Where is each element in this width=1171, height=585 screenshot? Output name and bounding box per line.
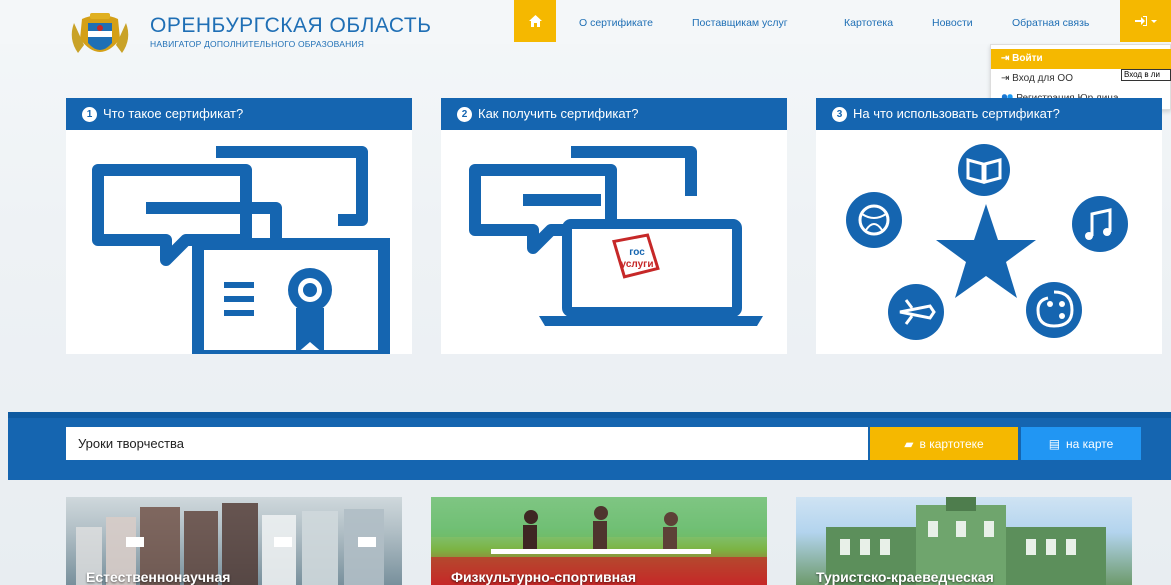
nav-catalog[interactable]: Картотека bbox=[844, 17, 893, 29]
nav-feedback[interactable]: Обратная связь bbox=[1012, 17, 1089, 29]
category-label: Туристско-краеведческая bbox=[816, 569, 994, 585]
nav-home-button[interactable] bbox=[514, 0, 556, 42]
card-title: На что использовать сертификат? bbox=[853, 106, 1060, 121]
search-catalog-button[interactable]: ▰ в картотеке bbox=[870, 427, 1018, 460]
coat-of-arms-logo[interactable] bbox=[64, 9, 136, 65]
step-number: 1 bbox=[82, 107, 97, 123]
catalog-button-label: в картотеке bbox=[919, 436, 984, 451]
sign-in-icon: ⇥ bbox=[1001, 53, 1013, 64]
login-menu-toggle[interactable] bbox=[1120, 0, 1171, 42]
category-label: Естественнонаучная bbox=[86, 569, 231, 585]
login-label: Войти bbox=[1012, 53, 1043, 64]
card-title: Что такое сертификат? bbox=[103, 106, 244, 121]
category-sports[interactable]: Физкультурно-спортивная bbox=[431, 497, 767, 585]
card-what-to-use-certificate[interactable]: 3 На что использовать сертификат? bbox=[816, 98, 1162, 354]
card-how-to-get-certificate[interactable]: 2 Как получить сертификат? гос услуги bbox=[441, 98, 787, 354]
home-icon bbox=[528, 15, 542, 27]
gosuslugi-laptop-illustration: гос услуги bbox=[469, 146, 763, 326]
star-icon bbox=[936, 204, 1036, 298]
card-header: 2 Как получить сертификат? bbox=[441, 98, 787, 130]
map-icon: ▤ bbox=[1048, 436, 1061, 451]
card-title: Как получить сертификат? bbox=[478, 106, 639, 121]
gosuslugi-logo-text-1: гос bbox=[629, 247, 645, 258]
nav-providers[interactable]: Поставщикам услуг bbox=[692, 17, 788, 29]
site-title[interactable]: ОРЕНБУРГСКАЯ ОБЛАСТЬ bbox=[150, 14, 432, 38]
login-oo-label: Вход для ОО bbox=[1012, 73, 1073, 84]
card-header: 1 Что такое сертификат? bbox=[66, 98, 412, 130]
activities-illustration bbox=[846, 144, 1128, 340]
site-subtitle: НАВИГАТОР ДОПОЛНИТЕЛЬНОГО ОБРАЗОВАНИЯ bbox=[150, 39, 365, 49]
gosuslugi-logo-text-2: услуги bbox=[621, 259, 654, 270]
card-what-is-certificate[interactable]: 1 Что такое сертификат? bbox=[66, 98, 412, 354]
category-natural-science[interactable]: Естественнонаучная bbox=[66, 497, 402, 585]
login-item[interactable]: ⇥ Войти bbox=[991, 49, 1171, 69]
certificate-illustration bbox=[92, 146, 390, 354]
card-header: 3 На что использовать сертификат? bbox=[816, 98, 1162, 130]
map-button-label: на карте bbox=[1066, 436, 1114, 451]
category-tourism[interactable]: Туристско-краеведческая bbox=[796, 497, 1132, 585]
search-map-button[interactable]: ▤ на карте bbox=[1021, 427, 1141, 460]
step-number: 2 bbox=[457, 107, 472, 123]
sign-in-icon: ⇥ bbox=[1001, 73, 1013, 84]
step-number: 3 bbox=[832, 107, 847, 123]
category-label: Физкультурно-спортивная bbox=[451, 569, 637, 585]
search-input[interactable] bbox=[66, 427, 868, 460]
tooltip: Вход в ли bbox=[1121, 69, 1171, 81]
nav-news[interactable]: Новости bbox=[932, 17, 973, 29]
sign-in-icon bbox=[1134, 16, 1157, 26]
nav-about-certificate[interactable]: О сертификате bbox=[579, 17, 653, 29]
folder-icon: ▰ bbox=[904, 436, 914, 451]
